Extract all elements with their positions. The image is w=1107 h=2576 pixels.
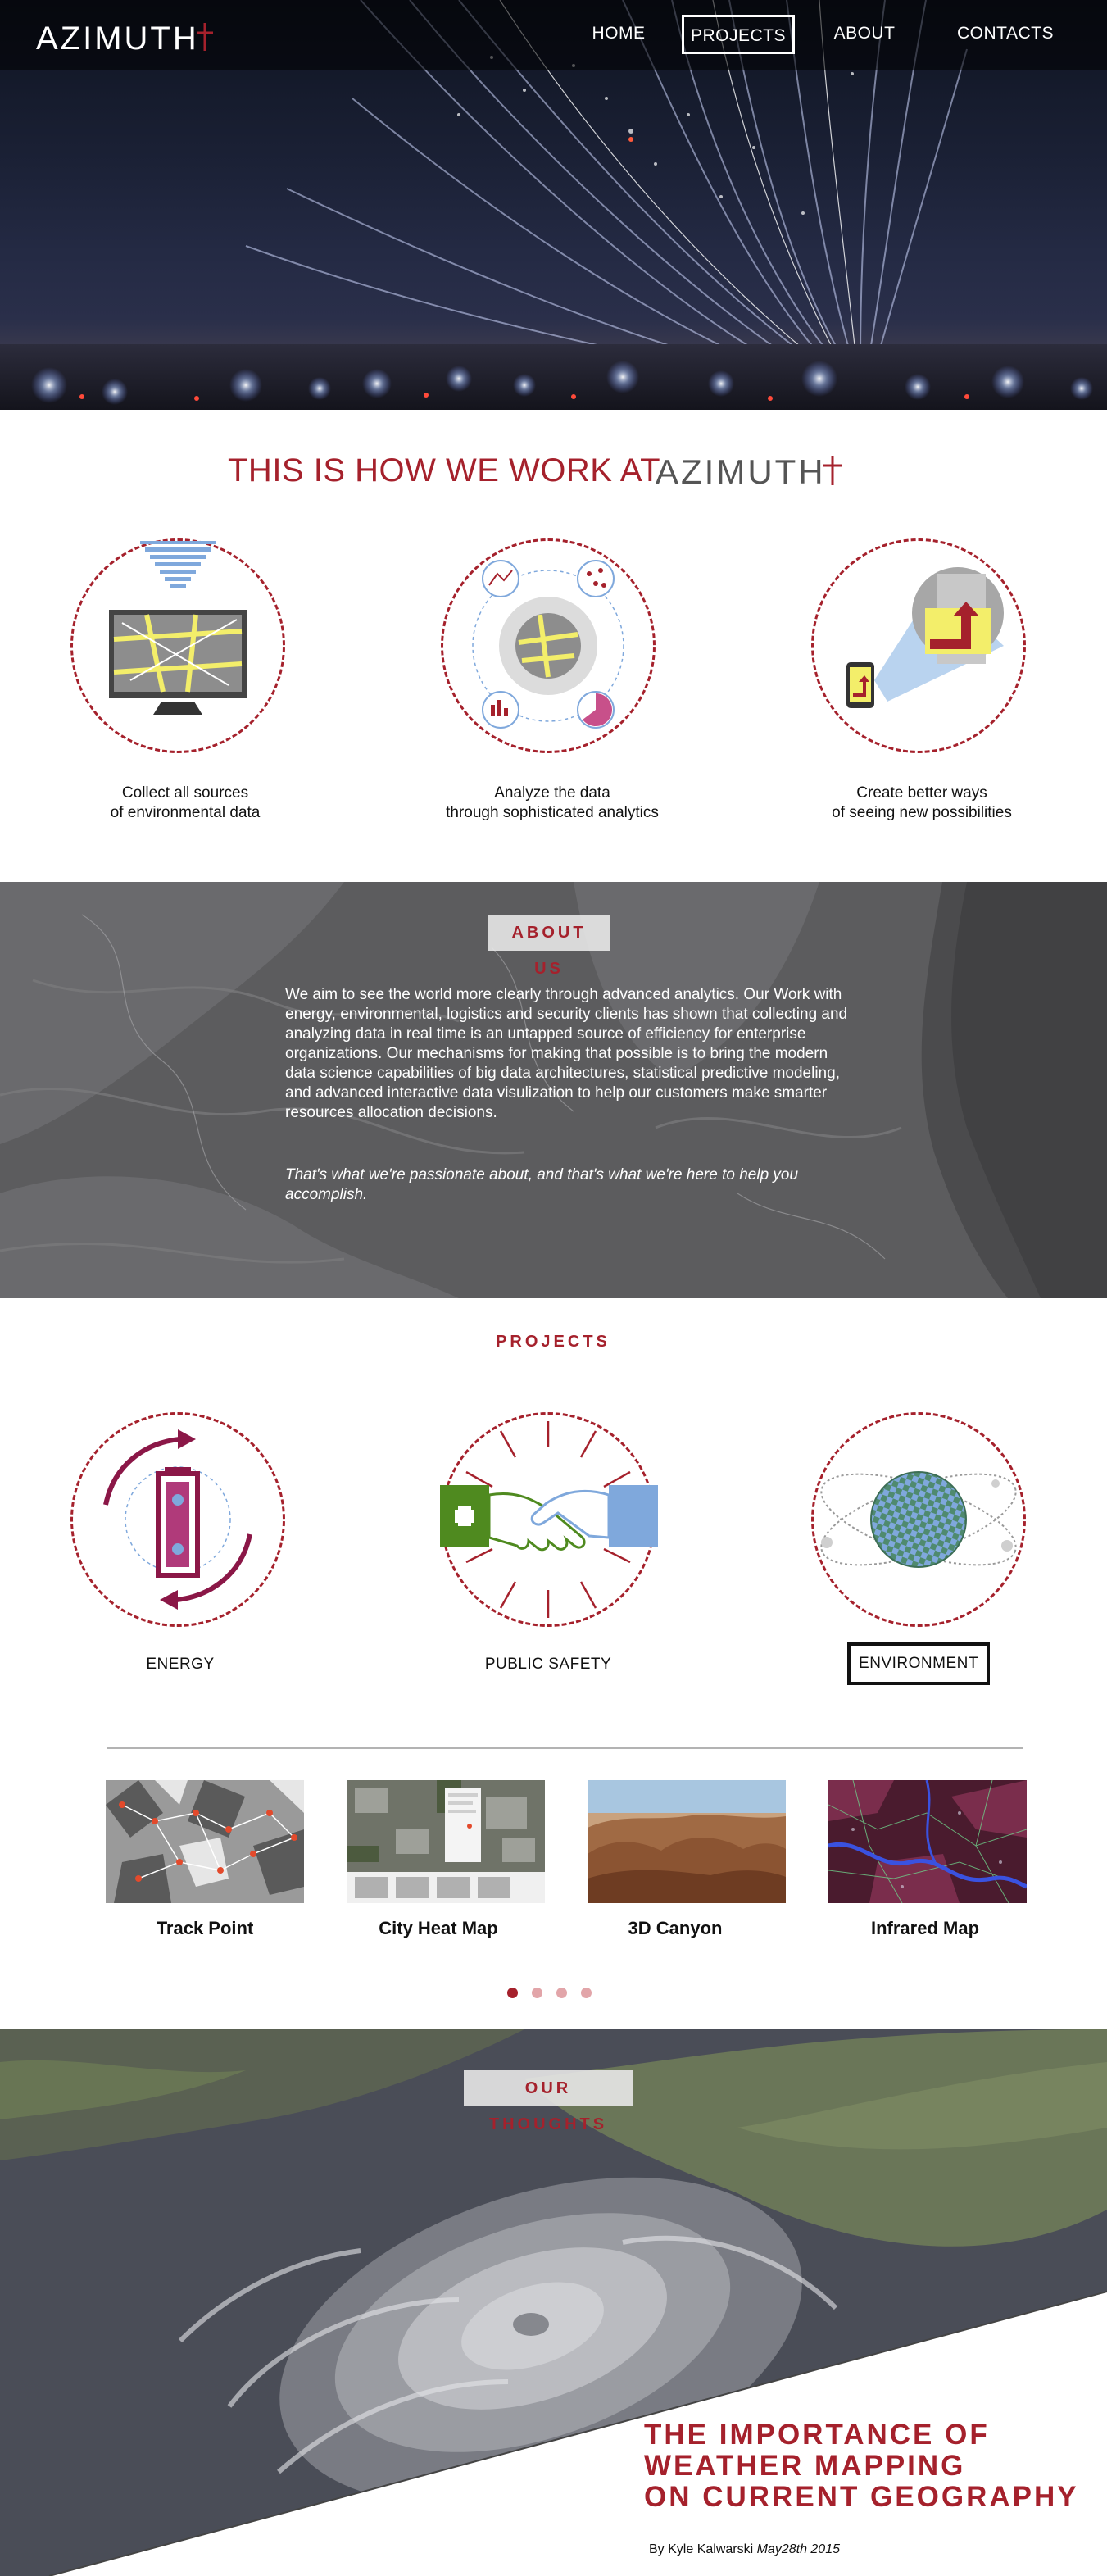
article-title[interactable]: THE IMPORTANCE OF WEATHER MAPPING ON CUR… [644, 2419, 1087, 2513]
hero-banner: AZIMUTH HOME PROJECTS ABOUT CONTACTS [0, 0, 1107, 410]
nav-projects-link[interactable]: PROJECTS [682, 15, 795, 54]
article-title-line: THE IMPORTANCE OF [644, 2419, 990, 2451]
our-thoughts-tag: OUR THOUGHTS [464, 2070, 633, 2133]
step-collect-line2: of environmental data [110, 804, 261, 821]
infrared-map-image [828, 1780, 1027, 1903]
projects-divider [107, 1747, 1023, 1749]
project-thumb-track-point[interactable] [106, 1780, 304, 1903]
project-environment-label[interactable]: ENVIRONMENT [847, 1642, 990, 1685]
article-author: By Kyle Kalwarski [649, 2542, 757, 2556]
about-us-quote: That's what we're passionate about, and … [285, 1166, 799, 1203]
step-analyze-caption: Analyze the data through sophisticated a… [410, 784, 695, 823]
phone-projection-icon [846, 567, 1004, 708]
project-thumb-label[interactable]: 3D Canyon [576, 1918, 774, 1939]
battery-cycle-icon [103, 1429, 252, 1610]
step-collect-line1: Collect all sources [121, 784, 249, 802]
nav-contacts-link[interactable]: CONTACTS [946, 15, 1064, 54]
step-create-line2: of seeing new possibilities [832, 804, 1012, 821]
step-collect-circle [70, 538, 285, 753]
brand-logo[interactable]: AZIMUTH [36, 16, 249, 58]
step-analyze-circle [441, 538, 656, 753]
projects-title: PROJECTS [496, 1333, 610, 1351]
city-aerial-image [347, 1780, 545, 1903]
monitor-data-collection-icon [109, 541, 247, 715]
project-thumb-3d-canyon[interactable] [588, 1780, 786, 1903]
project-energy-circle[interactable] [70, 1412, 285, 1627]
terrain-track-image [106, 1780, 304, 1903]
article-byline: By Kyle Kalwarski May28th 2015 [649, 2542, 840, 2557]
pagination-dot[interactable] [556, 1988, 567, 1998]
step-create-caption: Create better ways of seeing new possibi… [787, 784, 1057, 823]
pagination-dot[interactable] [507, 1988, 518, 1998]
svg-text:AZIMUTH: AZIMUTH [36, 20, 199, 54]
svg-text:AZIMUTH: AZIMUTH [656, 452, 826, 490]
about-us-tag: ABOUT US [488, 915, 610, 978]
canyon-photo-image [588, 1780, 786, 1903]
azimuth-logo-icon: AZIMUTH [36, 20, 213, 57]
project-public-safety-label[interactable]: PUBLIC SAFETY [464, 1652, 633, 1677]
how-we-work-title: THIS IS HOW WE WORK AT [228, 452, 661, 488]
our-thoughts-section: OUR THOUGHTS THE IMPORTANCE OF WEATHER M… [0, 2029, 1107, 2576]
globe-orbit-icon [820, 1471, 1017, 1568]
step-analyze-line2: through sophisticated analytics [446, 804, 659, 821]
pagination-dot[interactable] [532, 1988, 542, 1998]
how-we-work-heading: THIS IS HOW WE WORK AT AZIMUTH [0, 448, 1107, 493]
step-create-circle [811, 538, 1026, 753]
step-create-line1: Create better ways [856, 784, 987, 802]
article-title-line: ON CURRENT GEOGRAPHY [644, 2481, 1079, 2513]
project-thumb-label[interactable]: Infrared Map [826, 1918, 1024, 1939]
project-thumb-infrared-map[interactable] [828, 1780, 1027, 1903]
project-thumb-label[interactable]: City Heat Map [339, 1918, 538, 1939]
project-thumb-label[interactable]: Track Point [106, 1918, 304, 1939]
nav-about-link[interactable]: ABOUT [825, 15, 904, 54]
pagination-dot[interactable] [581, 1988, 592, 1998]
project-energy-label[interactable]: ENERGY [123, 1652, 238, 1677]
analytics-network-icon [472, 560, 624, 729]
nav-home-link[interactable]: HOME [576, 15, 661, 54]
article-title-line: WEATHER MAPPING [644, 2450, 966, 2482]
top-navbar: AZIMUTH HOME PROJECTS ABOUT CONTACTS [0, 0, 1107, 70]
project-thumb-city-heat-map[interactable] [347, 1780, 545, 1903]
handshake-icon [440, 1421, 658, 1618]
about-us-body: We aim to see the world more clearly thr… [285, 986, 848, 1121]
step-collect-caption: Collect all sources of environmental dat… [62, 784, 308, 823]
project-public-safety-circle[interactable] [440, 1412, 658, 1627]
azimuth-logo-icon: AZIMUTH [656, 452, 842, 490]
project-environment-circle[interactable] [811, 1412, 1026, 1627]
article-date: May28th 2015 [756, 2542, 840, 2556]
step-analyze-line1: Analyze the data [494, 784, 610, 802]
about-us-section: ABOUT US We aim to see the world more cl… [0, 882, 1107, 1298]
